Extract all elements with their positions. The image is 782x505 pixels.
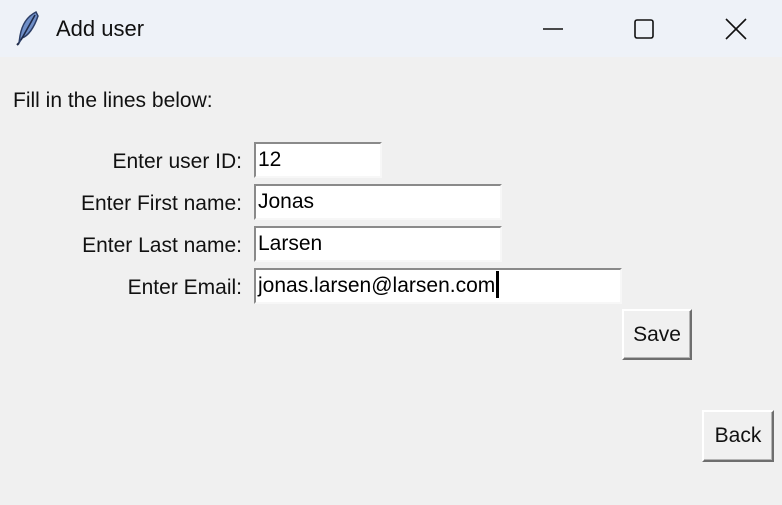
window-title: Add user — [56, 16, 145, 41]
first-name-input[interactable]: Jonas — [254, 184, 502, 220]
email-label: Enter Email: — [127, 276, 242, 299]
close-button[interactable] — [690, 0, 782, 57]
back-button[interactable]: Back — [702, 410, 774, 462]
email-value: jonas.larsen@larsen.com — [258, 274, 496, 297]
minimize-icon — [543, 19, 563, 39]
last-name-input[interactable]: Larsen — [254, 226, 502, 262]
last-name-label: Enter Last name: — [82, 234, 242, 257]
text-caret — [496, 271, 500, 298]
first-name-label: Enter First name: — [80, 192, 242, 215]
maximize-button[interactable] — [598, 0, 690, 57]
intro-text: Fill in the lines below: — [13, 89, 213, 112]
user-id-label: Enter user ID: — [112, 150, 242, 173]
email-input[interactable]: jonas.larsen@larsen.com — [254, 268, 622, 304]
maximize-icon — [634, 18, 654, 39]
feather-icon — [14, 10, 42, 46]
minimize-button[interactable] — [507, 0, 599, 57]
user-id-input[interactable]: 12 — [254, 142, 382, 178]
close-icon — [725, 17, 747, 40]
save-button[interactable]: Save — [622, 309, 692, 360]
title-bar: Add user — [0, 0, 782, 57]
